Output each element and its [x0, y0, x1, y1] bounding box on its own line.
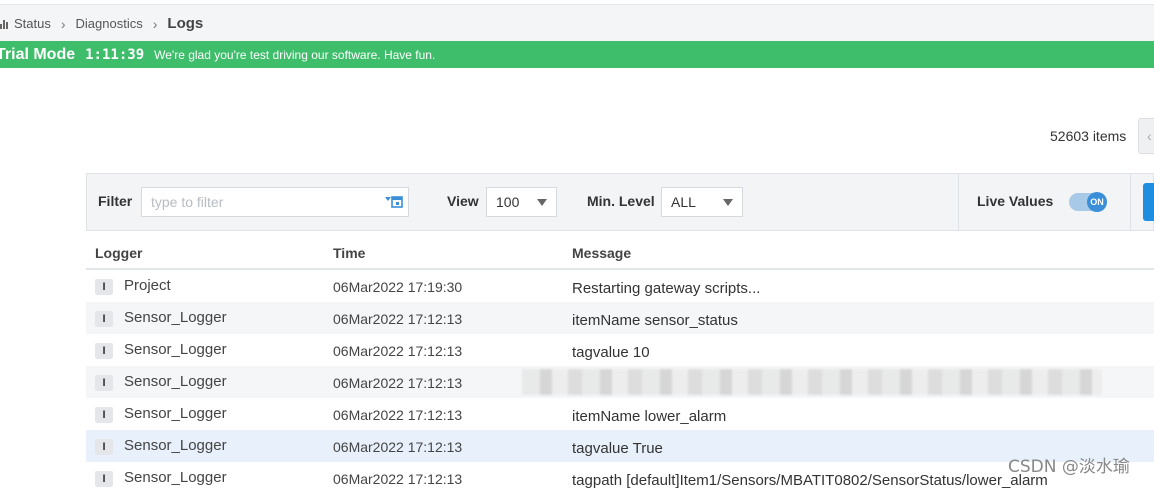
min-level-select-value: ALL: [671, 194, 696, 210]
pager-prev-button[interactable]: ‹: [1138, 118, 1154, 154]
logger-cell: Sensor_Logger: [124, 469, 227, 486]
filter-divider: [958, 174, 959, 230]
time-cell: 06Mar2022 17:12:13: [333, 311, 463, 327]
caret-down-icon: [537, 199, 547, 206]
trial-countdown: 1:11:39: [85, 46, 145, 63]
message-cell: tagpath [default]Item1/Sensors/MBATIT080…: [572, 472, 1048, 489]
logger-cell: Project: [124, 277, 171, 294]
chevron-right-icon: ›: [60, 15, 66, 32]
filter-input[interactable]: [141, 187, 409, 217]
level-badge: I: [95, 471, 113, 487]
breadcrumb-status[interactable]: Status: [14, 16, 51, 31]
level-badge: I: [95, 375, 113, 391]
calendar-filter-icon[interactable]: [385, 195, 403, 209]
trial-mode-label: Trial Mode: [0, 45, 76, 63]
message-cell: tagvalue 10: [572, 344, 650, 361]
toggle-knob: ON: [1087, 192, 1107, 212]
level-badge: I: [95, 311, 113, 327]
filter-divider: [1130, 174, 1131, 230]
message-cell: tagvalue True: [572, 440, 663, 457]
breadcrumb-diagnostics[interactable]: Diagnostics: [76, 16, 143, 31]
level-badge: I: [95, 439, 113, 455]
column-message[interactable]: Message: [572, 245, 631, 261]
watermark: CSDN @淡水瑜: [1008, 457, 1130, 477]
logger-cell: Sensor_Logger: [124, 437, 227, 454]
caret-down-icon: [723, 199, 733, 206]
time-cell: 06Mar2022 17:12:13: [333, 375, 463, 391]
table-row[interactable]: I Sensor_Logger 06Mar2022 17:12:13: [86, 366, 1154, 398]
view-select-value: 100: [496, 194, 520, 210]
level-badge: I: [95, 407, 113, 423]
logger-cell: Sensor_Logger: [124, 309, 227, 326]
table-row[interactable]: I Sensor_Logger 06Mar2022 17:12:13 tagva…: [86, 430, 1154, 462]
min-level-label: Min. Level: [587, 193, 655, 209]
filter-label: Filter: [98, 193, 133, 209]
logger-cell: Sensor_Logger: [124, 341, 227, 358]
level-badge: I: [95, 343, 113, 359]
time-cell: 06Mar2022 17:12:13: [333, 439, 463, 455]
chevron-left-icon: ‹: [1147, 128, 1152, 144]
items-count: 52603 items: [1050, 128, 1127, 144]
column-logger[interactable]: Logger: [95, 245, 142, 261]
table-row[interactable]: I Sensor_Logger 06Mar2022 17:12:13 tagpa…: [86, 462, 1154, 494]
logger-cell: Sensor_Logger: [124, 373, 227, 390]
table-header: Logger Time Message: [86, 240, 1154, 270]
table-row[interactable]: I Sensor_Logger 06Mar2022 17:12:13 itemN…: [86, 302, 1154, 334]
time-cell: 06Mar2022 17:12:13: [333, 471, 463, 487]
action-button[interactable]: [1143, 183, 1154, 221]
message-cell: Restarting gateway scripts...: [572, 280, 761, 297]
table-row[interactable]: I Sensor_Logger 06Mar2022 17:12:13 itemN…: [86, 398, 1154, 430]
breadcrumb: Status › Diagnostics › Logs: [0, 4, 1154, 42]
bar-chart-icon: [0, 19, 10, 29]
trial-message: We're glad you're test driving our softw…: [154, 47, 436, 62]
message-cell: itemName sensor_status: [572, 312, 738, 329]
view-select[interactable]: 100: [486, 187, 557, 217]
time-cell: 06Mar2022 17:12:13: [333, 407, 463, 423]
trial-banner: Trial Mode 1:11:39 We're glad you're tes…: [0, 41, 1154, 68]
min-level-select[interactable]: ALL: [661, 187, 743, 217]
view-label: View: [447, 193, 479, 209]
table-row[interactable]: I Sensor_Logger 06Mar2022 17:12:13 tagva…: [86, 334, 1154, 366]
breadcrumb-logs: Logs: [167, 15, 204, 32]
message-cell: itemName lower_alarm: [572, 408, 727, 425]
level-badge: I: [95, 279, 113, 295]
table-row[interactable]: I Project 06Mar2022 17:19:30 Restarting …: [86, 270, 1154, 302]
redacted-area: [522, 369, 1102, 395]
time-cell: 06Mar2022 17:19:30: [333, 279, 463, 295]
filter-bar: Filter View 100 Min. Level ALL Live Valu…: [86, 173, 1154, 231]
live-values-label: Live Values: [977, 193, 1054, 209]
chevron-right-icon: ›: [152, 15, 158, 32]
log-table: Logger Time Message I Project 06Mar2022 …: [86, 240, 1154, 494]
live-values-toggle[interactable]: ON: [1069, 192, 1107, 212]
time-cell: 06Mar2022 17:12:13: [333, 343, 463, 359]
column-time[interactable]: Time: [333, 245, 365, 261]
logger-cell: Sensor_Logger: [124, 405, 227, 422]
